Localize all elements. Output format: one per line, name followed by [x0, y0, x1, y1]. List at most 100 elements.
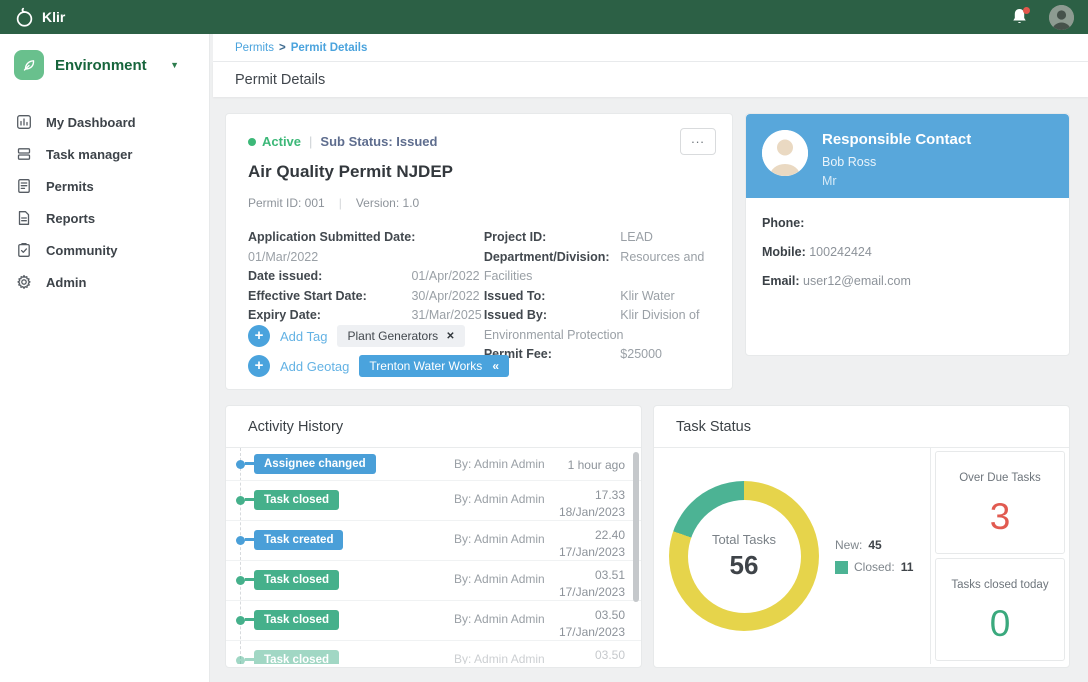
environment-leaf-icon	[14, 50, 44, 80]
activity-time: 03.51	[595, 568, 625, 582]
detail-label: Application Submitted Date:	[248, 228, 415, 248]
brand-name: Klir	[42, 9, 65, 25]
donut-center-value: 56	[730, 550, 759, 581]
legend-closed-label: Closed:	[854, 556, 895, 578]
activity-badge: Task closed	[254, 610, 339, 630]
klir-logo-icon	[14, 6, 35, 28]
timeline-dot	[236, 496, 245, 505]
sidebar-item-reports[interactable]: Reports	[0, 202, 209, 234]
detail-label: Date issued:	[248, 267, 408, 287]
user-avatar[interactable]	[1049, 5, 1074, 30]
detail-value: LEAD	[620, 230, 653, 244]
detail-label: Expiry Date:	[248, 306, 408, 326]
task-status-card: Task Status Total Tasks 56 New: 45 Closed…	[653, 405, 1070, 668]
sidebar: Environment ▼ My Dashboard Task manager …	[0, 34, 210, 682]
tasks-closed-today-box: Tasks closed today 0	[935, 558, 1065, 661]
task-status-title: Task Status	[654, 406, 1069, 448]
sidebar-item-task-manager[interactable]: Task manager	[0, 138, 209, 170]
donut-center-label: Total Tasks	[712, 532, 776, 547]
activity-badge: Assignee changed	[254, 454, 376, 474]
sidebar-item-community[interactable]: Community	[0, 234, 209, 266]
tag-chip[interactable]: Plant Generators ✕	[337, 325, 464, 347]
overflow-menu-button[interactable]: ...	[680, 128, 716, 155]
breadcrumb-current: Permit Details	[291, 42, 368, 54]
legend-new-label: New:	[835, 534, 862, 556]
collapse-icon[interactable]: «	[492, 359, 499, 373]
sidebar-item-permits[interactable]: Permits	[0, 170, 209, 202]
notifications-bell-icon[interactable]	[1011, 7, 1031, 27]
activity-row: Task created By: Admin Admin 22.40 17/Jan…	[226, 521, 641, 561]
reports-icon	[16, 210, 32, 226]
breadcrumb-permits-link[interactable]: Permits	[235, 42, 274, 54]
community-icon	[16, 242, 32, 258]
detail-value: 31/Mar/2025	[411, 308, 481, 322]
task-status-stats: Over Due Tasks 3 Tasks closed today 0	[931, 448, 1069, 664]
sidebar-item-label: Task manager	[46, 147, 132, 162]
email-value: user12@email.com	[803, 274, 911, 288]
geotag-label: Trenton Water Works	[369, 359, 482, 373]
legend-new-value: 45	[868, 534, 881, 556]
tag-label: Plant Generators	[347, 329, 438, 343]
sidebar-item-label: Permits	[46, 179, 94, 194]
phone-label: Phone:	[762, 216, 804, 230]
sidebar-item-admin[interactable]: Admin	[0, 266, 209, 298]
workspace-switcher[interactable]: Environment ▼	[0, 34, 209, 94]
legend-closed-value: 11	[901, 556, 914, 578]
add-tag-plus-icon[interactable]: +	[248, 325, 270, 347]
overdue-tasks-box: Over Due Tasks 3	[935, 451, 1065, 554]
detail-value: 30/Apr/2022	[411, 289, 479, 303]
detail-value: $25000	[620, 347, 662, 361]
activity-row: Task closed By: Admin Admin 03.5017/Jan/…	[226, 641, 641, 664]
overdue-tasks-value: 3	[936, 496, 1064, 538]
permits-icon	[16, 178, 32, 194]
sidebar-item-label: Community	[46, 243, 118, 258]
timeline-dot	[236, 460, 245, 469]
brand-logo[interactable]: Klir	[14, 6, 65, 28]
contact-salutation: Mr	[822, 174, 971, 188]
sub-status-label: Sub Status: Issued	[320, 134, 437, 149]
legend-closed-swatch	[835, 561, 848, 574]
activity-by: By: Admin Admin	[454, 572, 545, 586]
timeline-dot	[236, 536, 245, 545]
breadcrumb-separator: >	[279, 42, 286, 54]
detail-label: Effective Start Date:	[248, 287, 408, 307]
timeline-dot	[236, 616, 245, 625]
activity-row: Task closed By: Admin Admin 17.3318/Jan/…	[226, 481, 641, 521]
tasks-closed-today-value: 0	[936, 603, 1064, 645]
activity-badge: Task closed	[254, 490, 339, 510]
activity-badge: Task created	[254, 530, 343, 550]
activity-by: By: Admin Admin	[454, 532, 545, 546]
activity-by: By: Admin Admin	[454, 652, 545, 664]
meta-divider: |	[339, 196, 342, 210]
remove-tag-icon[interactable]: ✕	[446, 331, 454, 342]
status-badge: Active	[262, 134, 301, 149]
activity-time: 22.40	[595, 528, 625, 542]
sidebar-item-my-dashboard[interactable]: My Dashboard	[0, 106, 209, 138]
permit-details-right: Project ID: LEAD Department/Division: Re…	[484, 228, 710, 365]
timeline-dot	[236, 656, 245, 664]
page-title-bar: Permit Details	[213, 62, 1088, 97]
activity-by: By: Admin Admin	[454, 492, 545, 506]
overdue-tasks-label: Over Due Tasks	[936, 472, 1064, 484]
detail-label: Project ID:	[484, 228, 617, 248]
activity-time: 03.50	[595, 648, 625, 662]
detail-label: Issued To:	[484, 287, 617, 307]
activity-date: 17/Jan/2023	[559, 545, 625, 559]
activity-row: Task closed By: Admin Admin 03.5117/Jan/…	[226, 561, 641, 601]
activity-row: Task closed By: Admin Admin 03.5017/Jan/…	[226, 601, 641, 641]
add-geotag-button[interactable]: Add Geotag	[280, 359, 349, 374]
sidebar-item-label: Admin	[46, 275, 86, 290]
mobile-label: Mobile:	[762, 245, 806, 259]
chart-legend: New: 45 Closed: 11	[835, 534, 913, 578]
detail-label: Department/Division:	[484, 248, 617, 268]
activity-badge: Task closed	[254, 650, 339, 664]
activity-date: 18/Jan/2023	[559, 505, 625, 519]
geotag-chip[interactable]: Trenton Water Works «	[359, 355, 509, 377]
add-geotag-plus-icon[interactable]: +	[248, 355, 270, 377]
activity-history-card: Activity History Assignee changed By: Ad…	[225, 405, 642, 668]
activity-time: 03.50	[595, 608, 625, 622]
add-tag-button[interactable]: Add Tag	[280, 329, 327, 344]
contact-name: Bob Ross	[822, 155, 971, 169]
email-label: Email:	[762, 274, 800, 288]
activity-scrollbar[interactable]	[633, 452, 639, 602]
